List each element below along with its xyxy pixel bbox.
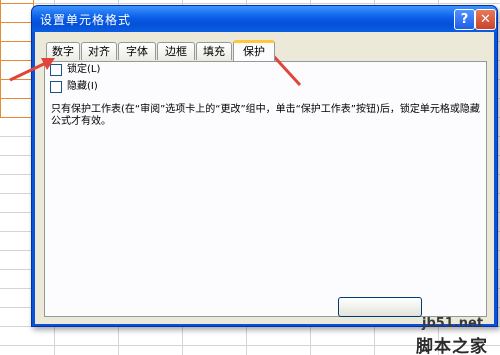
watermark-brand: 脚本之家 <box>416 337 488 355</box>
tab-protection[interactable]: 保护 <box>233 40 275 61</box>
watermark-site: jb51.net <box>422 316 484 331</box>
arrow-to-checkbox-icon <box>9 58 55 82</box>
